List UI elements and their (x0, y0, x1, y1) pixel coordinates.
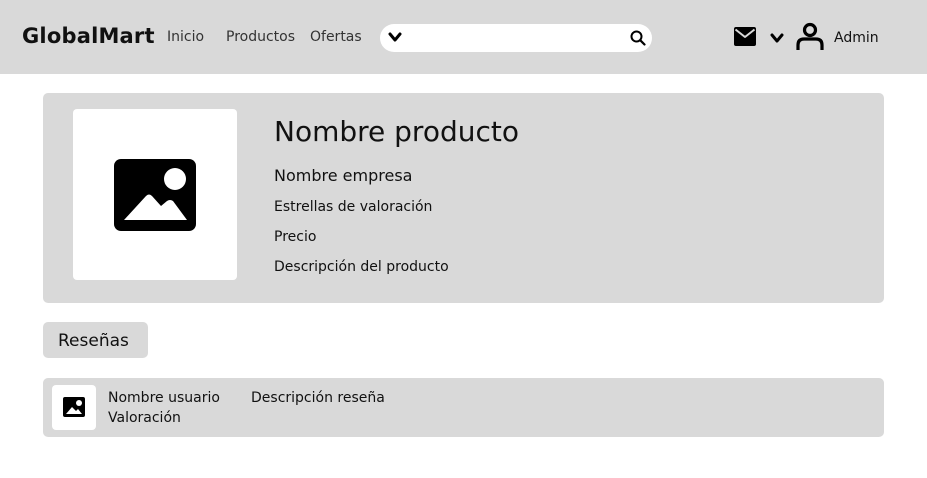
top-navigation-bar: GlobalMart Inicio Productos Ofertas Admi… (0, 0, 927, 74)
nav-link-productos[interactable]: Productos (226, 29, 295, 45)
product-card: Nombre producto Nombre empresa Estrellas… (43, 93, 884, 303)
user-icon[interactable] (796, 22, 824, 50)
nav-link-inicio[interactable]: Inicio (167, 29, 204, 45)
product-rating: Estrellas de valoración (274, 199, 433, 215)
image-icon (63, 397, 85, 417)
review-item: Nombre usuario Valoración Descripción re… (43, 378, 884, 437)
image-icon (114, 159, 196, 231)
nav-link-ofertas[interactable]: Ofertas (310, 29, 362, 45)
product-description: Descripción del producto (274, 259, 449, 275)
chevron-down-icon[interactable] (388, 31, 402, 43)
review-text: Descripción reseña (251, 390, 385, 406)
search-icon[interactable] (630, 30, 646, 46)
avatar (52, 385, 96, 430)
mail-icon[interactable] (734, 27, 756, 46)
product-company[interactable]: Nombre empresa (274, 166, 412, 185)
chevron-down-icon[interactable] (770, 32, 784, 44)
user-name-label[interactable]: Admin (834, 30, 879, 46)
tab-reviews[interactable]: Reseñas (43, 322, 148, 358)
search-bar[interactable] (380, 24, 652, 52)
product-price: Precio (274, 229, 317, 245)
search-input[interactable] (408, 28, 618, 48)
review-rating: Valoración (108, 410, 181, 426)
product-image (73, 109, 237, 280)
review-user-name[interactable]: Nombre usuario (108, 390, 220, 406)
product-title: Nombre producto (274, 115, 519, 148)
brand-logo[interactable]: GlobalMart (22, 24, 155, 48)
